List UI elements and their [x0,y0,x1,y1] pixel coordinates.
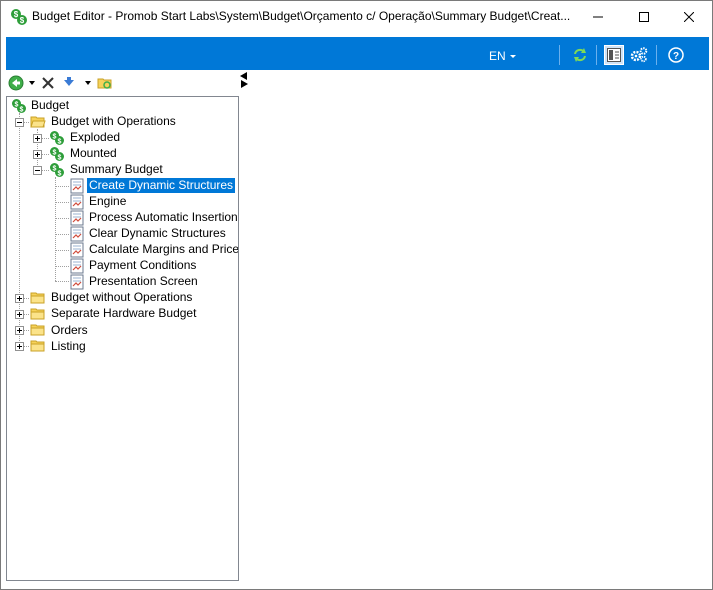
tree-connector [55,218,69,219]
help-icon[interactable]: ? [666,45,686,65]
tree-node-payment-conditions[interactable]: Payment Conditions [87,258,198,273]
tree-node-summary-budget[interactable]: Summary Budget [68,162,165,177]
green-dollar-icon: $ $ [49,146,65,162]
folder-refresh-icon[interactable] [97,74,113,92]
script-page-icon [69,210,85,226]
main-toolbar: EN ? [6,37,709,70]
toolbar-separator [656,45,657,65]
script-page-icon [69,242,85,258]
svg-text:$: $ [20,107,24,114]
folder-icon [30,306,46,322]
move-dropdown-chevron-down-icon[interactable] [85,74,91,92]
window-title: Budget Editor - Promob Start Labs\System… [32,9,571,23]
svg-text:$: $ [53,150,57,157]
tree-node-listing[interactable]: Listing [49,339,88,354]
refresh-icon[interactable] [570,45,590,65]
minimize-button[interactable] [575,1,621,32]
maximize-button[interactable] [621,1,667,32]
expand-toggle[interactable] [15,294,24,303]
back-button[interactable] [8,74,24,92]
tree-node-budget-without-operations[interactable]: Budget without Operations [49,290,194,305]
folder-icon [30,290,46,306]
tree-node-budget[interactable]: Budget [29,98,71,113]
tree-node-separate-hardware-budget[interactable]: Separate Hardware Budget [49,306,198,321]
budget-editor-window: $ $ Budget Editor - Promob Start Labs\Sys… [0,0,713,590]
tree-connector [55,234,69,235]
expand-toggle[interactable] [33,150,42,159]
gears-icon[interactable] [629,45,649,65]
collapse-toggle[interactable] [33,166,42,175]
toolbar-separator [596,45,597,65]
green-dollar-icon: $ $ [11,98,27,114]
tree-node-process-automatic-insertion[interactable]: Process Automatic Insertion [87,210,238,225]
tree-node-clear-dynamic-structures[interactable]: Clear Dynamic Structures [87,226,228,241]
svg-text:?: ? [673,51,679,62]
script-page-icon [69,226,85,242]
close-button[interactable] [666,1,712,32]
expand-toggle[interactable] [33,134,42,143]
budget-tree: $ $ Budget Budget with Operations $ $ Expl… [6,96,239,581]
folder-open-icon [30,114,46,130]
tree-node-presentation-screen[interactable]: Presentation Screen [87,274,200,289]
move-down-icon[interactable] [62,74,76,92]
expand-right-arrow-icon[interactable] [241,80,248,88]
svg-text:$: $ [53,166,57,173]
tree-connector [55,186,69,187]
expand-toggle[interactable] [15,326,24,335]
script-page-icon [69,258,85,274]
toolbar-separator [559,45,560,65]
collapse-toggle[interactable] [15,118,24,127]
app-dollar-icon: $ $ [10,8,28,26]
svg-text:$: $ [15,102,19,109]
tree-connector [55,202,69,203]
chevron-down-icon[interactable] [510,55,516,58]
panel-layout-icon[interactable] [604,45,624,65]
green-dollar-icon: $ $ [49,130,65,146]
svg-text:$: $ [58,139,62,146]
tree-toolbar [6,73,238,93]
expand-toggle[interactable] [15,310,24,319]
back-dropdown-chevron-down-icon[interactable] [29,74,35,92]
svg-text:$: $ [53,134,57,141]
script-page-icon [69,194,85,210]
svg-text:$: $ [20,16,25,25]
delete-x-icon[interactable] [41,74,55,92]
expand-toggle[interactable] [15,342,24,351]
tree-connector [55,266,69,267]
svg-text:$: $ [58,171,62,178]
folder-icon [30,322,46,338]
script-page-icon [69,178,85,194]
tree-connector [55,250,69,251]
tree-node-orders[interactable]: Orders [49,323,90,338]
script-page-icon [69,274,85,290]
tree-node-create-dynamic-structures[interactable]: Create Dynamic Structures [85,177,237,194]
tree-node-exploded[interactable]: Exploded [68,130,122,145]
collapse-left-arrow-icon[interactable] [240,72,247,80]
language-selector[interactable]: EN [489,49,506,63]
folder-icon [30,338,46,354]
title-bar: $ $ Budget Editor - Promob Start Labs\Sys… [1,1,712,33]
tree-node-calculate-margins-and-prices[interactable]: Calculate Margins and Prices [87,242,238,257]
tree-connector [55,281,69,282]
tree-node-engine[interactable]: Engine [87,194,128,209]
tree-node-mounted[interactable]: Mounted [68,146,119,161]
green-dollar-icon: $ $ [49,162,65,178]
tree-node-budget-with-operations[interactable]: Budget with Operations [49,114,178,129]
svg-text:$: $ [58,155,62,162]
svg-text:$: $ [14,10,19,19]
